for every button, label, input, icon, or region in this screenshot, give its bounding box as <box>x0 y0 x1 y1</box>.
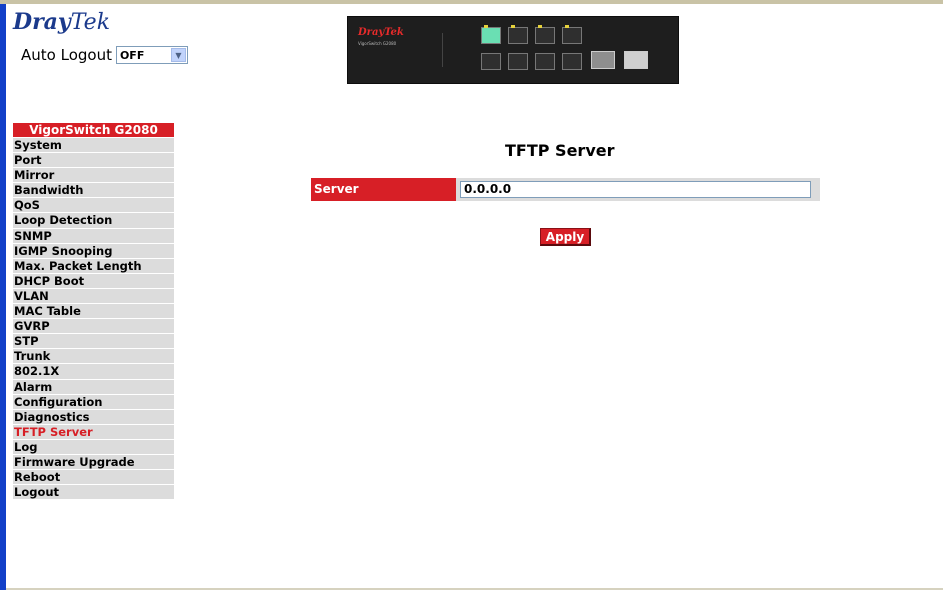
draytek-logo: DrayTek <box>13 9 110 35</box>
sidebar-item-bandwidth[interactable]: Bandwidth <box>13 182 174 198</box>
sidebar-item-configuration[interactable]: Configuration <box>13 393 174 409</box>
logo-part2: Tek <box>70 10 111 35</box>
sfp-port-icon <box>591 51 615 69</box>
port-2-icon <box>481 53 501 70</box>
sidebar-item-tftp-server[interactable]: TFTP Server <box>13 423 174 439</box>
server-input[interactable]: 0.0.0.0 <box>460 181 811 198</box>
server-label: Server <box>311 178 456 201</box>
auto-logout-select[interactable]: OFF ▼ <box>115 46 188 64</box>
sidebar-item-802-1x[interactable]: 802.1X <box>13 363 174 379</box>
sidebar-item-mac-table[interactable]: MAC Table <box>13 303 174 319</box>
port-3-icon <box>508 25 528 44</box>
apply-button[interactable]: Apply <box>540 228 591 246</box>
sidebar-item-firmware-upgrade[interactable]: Firmware Upgrade <box>13 453 174 470</box>
sidebar-item-diagnostics[interactable]: Diagnostics <box>13 408 174 424</box>
page-title: TFTP Server <box>505 141 615 160</box>
auto-logout-control: Auto Logout OFF ▼ <box>21 46 188 64</box>
sidebar-item-gvrp[interactable]: GVRP <box>13 318 174 334</box>
sidebar-item-snmp[interactable]: SNMP <box>13 227 174 243</box>
sidebar-item-logout[interactable]: Logout <box>13 484 174 500</box>
sidebar-item-reboot[interactable]: Reboot <box>13 469 174 485</box>
switch-front-panel-image: DrayTek VigorSwitch G2080 <box>347 16 679 84</box>
left-frame-stripe <box>0 4 6 590</box>
sidebar-item-stp[interactable]: STP <box>13 333 174 349</box>
sidebar-header: VigorSwitch G2080 <box>13 123 174 137</box>
auto-logout-label: Auto Logout <box>21 46 112 64</box>
sidebar-item-mirror[interactable]: Mirror <box>13 167 174 183</box>
sidebar-item-vlan[interactable]: VLAN <box>13 287 174 304</box>
sidebar-item-port[interactable]: Port <box>13 152 174 168</box>
port-4-icon <box>508 53 528 70</box>
port-7-icon <box>562 25 582 44</box>
sidebar-item-log[interactable]: Log <box>13 438 174 454</box>
port-6-icon <box>535 53 555 70</box>
sidebar-item-dhcp-boot[interactable]: DHCP Boot <box>13 272 174 288</box>
port-1-icon <box>481 25 501 44</box>
top-border <box>0 0 943 4</box>
port-8-icon <box>562 53 582 70</box>
sidebar-item-alarm[interactable]: Alarm <box>13 378 174 394</box>
sidebar-item-qos[interactable]: QoS <box>13 197 174 213</box>
sidebar-item-trunk[interactable]: Trunk <box>13 348 174 364</box>
chevron-down-icon[interactable]: ▼ <box>170 48 186 62</box>
sfp-slot-icon <box>624 51 648 69</box>
auto-logout-value: OFF <box>119 48 145 62</box>
sidebar-menu: VigorSwitch G2080 System Port Mirror Bandwi… <box>13 123 174 500</box>
sidebar-item-igmp-snooping[interactable]: IGMP Snooping <box>13 242 174 258</box>
port-5-icon <box>535 25 555 44</box>
sidebar-item-loop-detection[interactable]: Loop Detection <box>13 212 174 228</box>
sidebar-item-max-packet-length[interactable]: Max. Packet Length <box>13 257 174 273</box>
server-row: Server 0.0.0.0 <box>311 178 820 201</box>
led-panel <box>442 33 461 67</box>
device-brand: DrayTek <box>358 27 404 38</box>
server-field-cell: 0.0.0.0 <box>456 178 820 201</box>
logo-part1: Dray <box>13 9 71 35</box>
sidebar-item-system[interactable]: System <box>13 137 174 153</box>
device-model: VigorSwitch G2080 <box>358 41 397 46</box>
